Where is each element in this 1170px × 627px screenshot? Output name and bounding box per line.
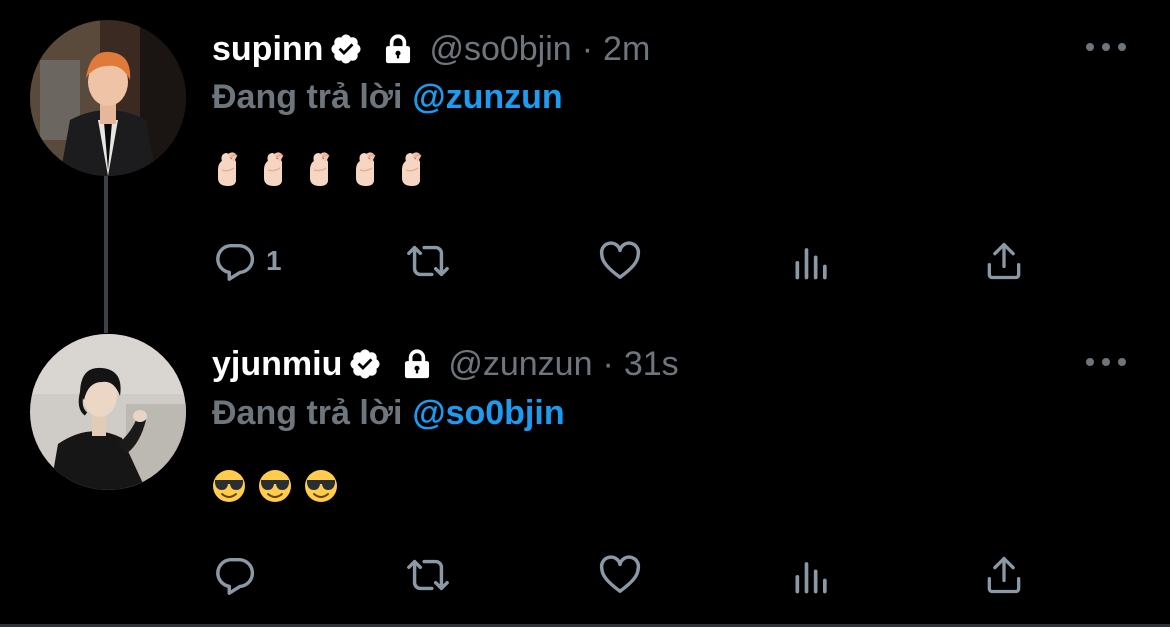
tweet-actions	[212, 550, 1052, 600]
finger-heart-icon	[310, 152, 330, 186]
replying-to-line: Đang trả lời @so0bjin	[212, 394, 565, 433]
tweet-header: yjunmiu @zunzun · 31s	[212, 342, 679, 386]
timestamp[interactable]: 2m	[603, 30, 650, 69]
share-icon	[987, 242, 1021, 280]
display-name[interactable]: supinn	[212, 30, 323, 69]
verified-badge-icon	[329, 32, 363, 66]
replying-prefix: Đang trả lời	[212, 394, 403, 432]
separator: ·	[581, 29, 594, 68]
views-icon	[795, 562, 827, 594]
share-button[interactable]	[982, 550, 1026, 600]
retweet-button[interactable]	[400, 236, 456, 286]
handle[interactable]: @zunzun	[448, 345, 592, 384]
more-icon[interactable]	[1086, 37, 1126, 57]
verified-badge-icon	[348, 347, 382, 381]
handle[interactable]: @so0bjin	[429, 30, 571, 69]
sunglasses-face-icon	[259, 470, 291, 502]
tweet-actions: 1	[212, 236, 1052, 286]
lock-icon	[381, 32, 415, 66]
share-icon	[987, 556, 1021, 594]
replying-mention-link[interactable]: @so0bjin	[412, 394, 564, 432]
sunglasses-face-icon	[213, 470, 245, 502]
finger-heart-icon	[264, 152, 284, 186]
reply-icon	[216, 557, 255, 595]
more-icon[interactable]	[1086, 352, 1126, 372]
tweet-yjunmiu[interactable]: yjunmiu @zunzun · 31s Đang trả lời @so0bj…	[0, 318, 1170, 627]
reply-count: 1	[266, 245, 282, 276]
separator: ·	[602, 344, 614, 383]
avatar[interactable]	[30, 20, 186, 176]
like-button[interactable]	[596, 550, 644, 600]
views-button[interactable]	[790, 550, 834, 600]
reply-button[interactable]: 1	[212, 236, 282, 286]
reply-icon	[216, 243, 255, 281]
finger-heart-icon	[356, 152, 376, 186]
timestamp[interactable]: 31s	[624, 345, 679, 384]
tweet-content	[212, 466, 338, 504]
tweet-header: supinn @so0bjin · 2m	[212, 27, 650, 71]
display-name[interactable]: yjunmiu	[212, 345, 342, 384]
retweet-button[interactable]	[400, 550, 456, 600]
views-button[interactable]	[790, 236, 834, 286]
retweet-icon	[407, 559, 449, 591]
finger-heart-icon	[402, 152, 422, 186]
retweet-icon	[407, 245, 449, 277]
finger-heart-icon	[218, 152, 238, 186]
share-button[interactable]	[982, 236, 1026, 286]
replying-mention-link[interactable]: @zunzun	[412, 78, 562, 116]
tweet-content	[212, 150, 430, 188]
like-icon	[599, 241, 641, 280]
replying-prefix: Đang trả lời	[212, 78, 403, 116]
lock-icon	[400, 347, 434, 381]
sunglasses-face-icon	[305, 470, 337, 502]
like-icon	[599, 555, 641, 594]
like-button[interactable]	[596, 236, 644, 286]
avatar[interactable]	[30, 334, 186, 490]
tweet-supinn[interactable]: supinn @so0bjin · 2m Đang trả lời @zunzun	[0, 0, 1170, 320]
views-icon	[795, 248, 827, 280]
replying-to-line: Đang trả lời @zunzun	[212, 78, 563, 117]
reply-button[interactable]	[212, 550, 266, 600]
